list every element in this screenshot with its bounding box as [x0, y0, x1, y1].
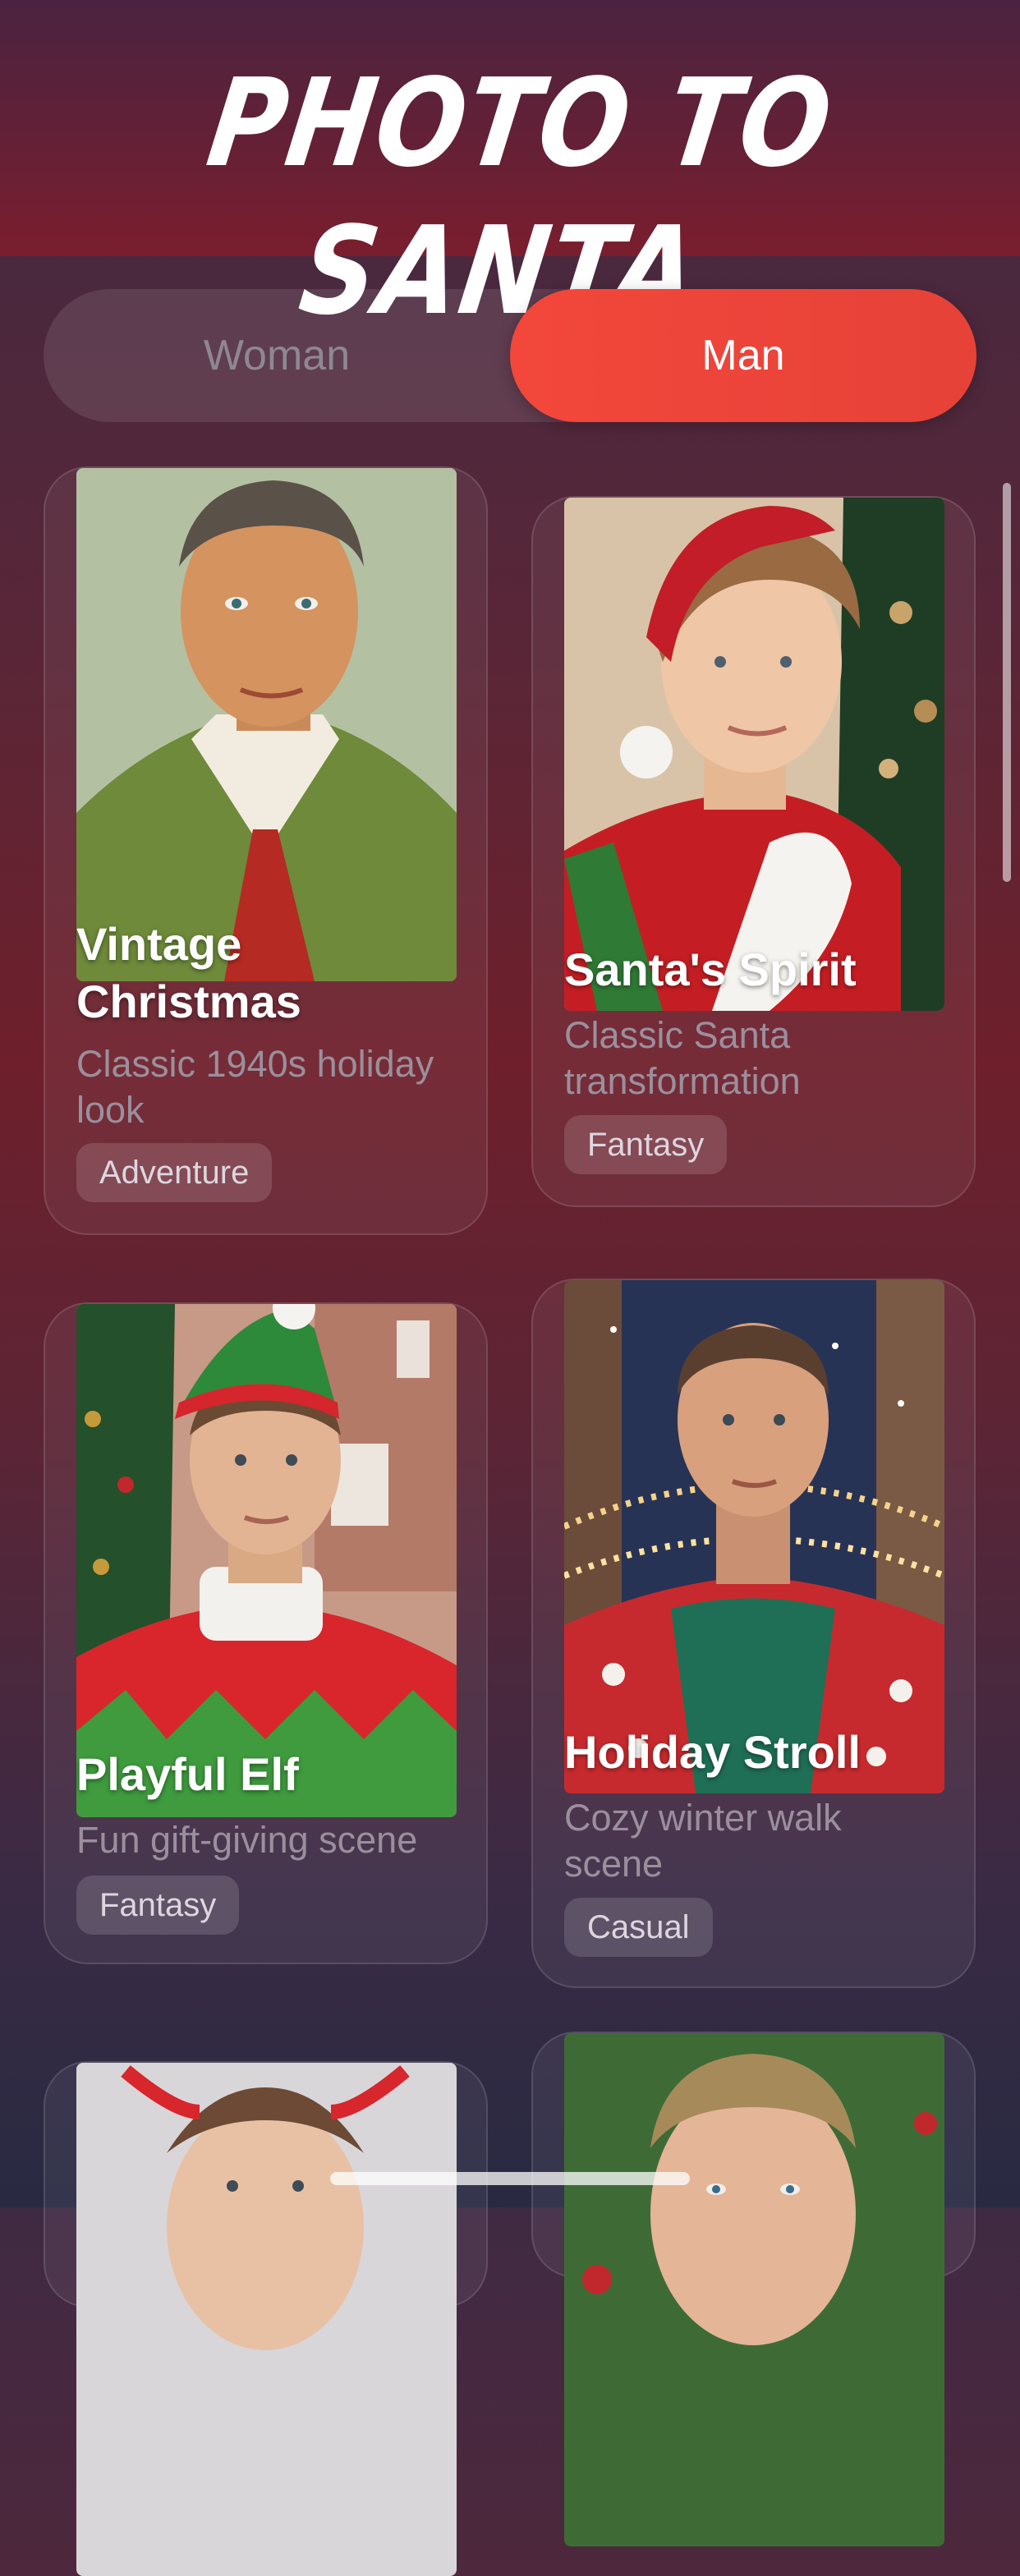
style-title: Holiday Stroll [564, 1726, 861, 1778]
style-preview-image [564, 498, 944, 1011]
gender-segmented-control: Woman Man [44, 289, 976, 422]
style-card-vintage-christmas[interactable]: Vintage Christmas Classic 1940s holiday … [44, 466, 488, 1235]
elf-portrait-image [76, 1304, 457, 1817]
style-description: Classic 1940s holiday look [76, 1043, 434, 1131]
holiday-stroll-portrait-image [564, 1280, 944, 1793]
festive-portrait-image [564, 2033, 944, 2546]
tab-man[interactable]: Man [510, 289, 976, 422]
vintage-portrait-image [76, 468, 457, 981]
style-preview-image [76, 1304, 457, 1817]
style-card-holiday-stroll[interactable]: Holiday Stroll Cozy winter walk scene Ca… [531, 1279, 976, 1988]
scrollbar[interactable] [1003, 483, 1011, 882]
style-description: Cozy winter walk scene [564, 1797, 842, 1885]
style-description: Fun gift-giving scene [76, 1819, 418, 1861]
santa-portrait-image [564, 498, 944, 1011]
style-card-santas-spirit[interactable]: Santa's Spirit Classic Santa transformat… [531, 496, 976, 1207]
style-card-playful-elf[interactable]: Playful Elf Fun gift-giving scene Fantas… [44, 1302, 488, 1964]
style-title: Santa's Spirit [564, 944, 857, 995]
style-preview-image [564, 1280, 944, 1793]
style-preview-image [76, 468, 457, 981]
category-tag: Adventure [76, 1143, 273, 1202]
style-card-partial-right[interactable] [531, 2032, 976, 2546]
style-title: Playful Elf [76, 1748, 299, 1800]
app-header: PHOTO TO SANTA [0, 0, 1020, 342]
style-title: Vintage Christmas [76, 918, 301, 1027]
category-tag: Fantasy [76, 1876, 240, 1935]
category-tag: Fantasy [564, 1115, 728, 1174]
style-description: Classic Santa transformation [564, 1014, 801, 1102]
style-preview-image [564, 2033, 944, 2546]
style-preview-image [76, 2063, 457, 2576]
home-indicator[interactable] [330, 2172, 690, 2185]
tab-woman[interactable]: Woman [44, 289, 510, 422]
reindeer-portrait-image [76, 2063, 457, 2576]
category-tag: Casual [564, 1898, 713, 1957]
